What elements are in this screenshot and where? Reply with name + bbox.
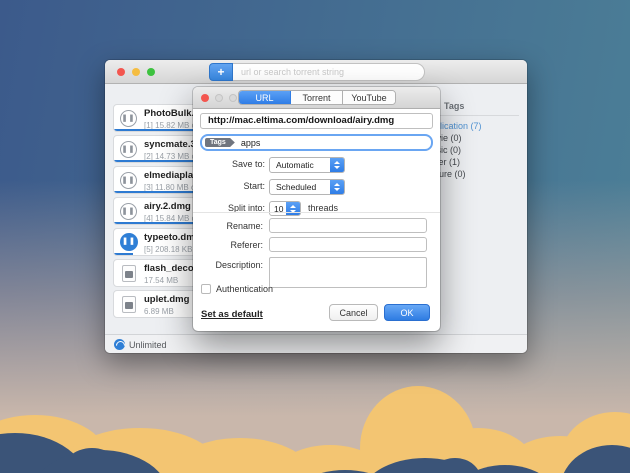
toolbar-search: +	[209, 63, 425, 81]
start-popup[interactable]: Scheduled	[269, 179, 345, 195]
add-download-dialog: URL Torrent YouTube http://mac.eltima.co…	[193, 87, 440, 331]
rename-label: Rename:	[198, 221, 263, 231]
popup-arrows-icon	[330, 180, 344, 194]
pause-icon[interactable]: ❚❚	[120, 141, 137, 158]
close-button[interactable]	[117, 68, 125, 76]
tags-panel-header: Tags	[444, 101, 464, 111]
wallpaper-clouds	[0, 348, 630, 473]
save-to-popup[interactable]: Automatic	[269, 157, 345, 173]
split-into-stepper[interactable]: 10	[269, 201, 301, 216]
download-name: PhotoBulk.d	[144, 108, 200, 119]
downloading-icon[interactable]: ❚❚	[120, 233, 138, 251]
file-icon	[122, 296, 136, 313]
minimize-button[interactable]	[132, 68, 140, 76]
download-meta: [5] 208.18 KB	[144, 245, 195, 254]
traffic-lights	[117, 68, 155, 76]
ok-button[interactable]: OK	[384, 304, 430, 321]
referer-label: Referer:	[198, 240, 263, 250]
tab-url[interactable]: URL	[239, 91, 291, 104]
authentication-label: Authentication	[216, 284, 273, 294]
popup-arrows-icon	[330, 158, 344, 172]
speed-gauge-icon[interactable]	[114, 339, 125, 350]
download-name: uplet.dmg	[144, 294, 189, 305]
divider	[193, 212, 440, 213]
source-type-tabs: URL Torrent YouTube	[238, 90, 396, 105]
start-value: Scheduled	[270, 180, 330, 194]
dialog-zoom-button	[229, 94, 237, 102]
pause-icon[interactable]: ❚❚	[120, 110, 137, 127]
dialog-titlebar[interactable]: URL Torrent YouTube	[193, 87, 440, 109]
zoom-button[interactable]	[147, 68, 155, 76]
download-name: elmediaplay	[144, 170, 198, 181]
dialog-traffic-lights	[201, 94, 237, 102]
description-label: Description:	[198, 260, 263, 270]
dialog-minimize-button	[215, 94, 223, 102]
tab-torrent[interactable]: Torrent	[291, 91, 343, 104]
tags-badge: Tags	[205, 138, 235, 148]
download-name: airy.2.dmg	[144, 201, 196, 212]
search-input[interactable]	[233, 63, 425, 81]
file-icon	[122, 265, 136, 282]
referer-input[interactable]	[269, 237, 427, 252]
add-download-button[interactable]: +	[209, 63, 233, 81]
download-meta: 17.54 MB	[144, 276, 197, 285]
tags-input-value: apps	[241, 138, 261, 148]
cancel-button[interactable]: Cancel	[329, 304, 378, 321]
main-titlebar[interactable]: +	[105, 60, 527, 84]
tags-input[interactable]: Tags apps	[200, 134, 433, 151]
start-label: Start:	[200, 181, 265, 191]
pause-icon[interactable]: ❚❚	[120, 203, 137, 220]
download-meta: 6.89 MB	[144, 307, 189, 316]
stepper-arrows-icon	[286, 202, 300, 215]
rename-input[interactable]	[269, 218, 427, 233]
save-to-label: Save to:	[200, 159, 265, 169]
dialog-close-button[interactable]	[201, 94, 209, 102]
save-to-value: Automatic	[270, 158, 330, 172]
speed-status: Unlimited	[129, 340, 167, 350]
description-textarea[interactable]	[269, 257, 427, 288]
download-name: typeeto.dm	[144, 232, 195, 243]
authentication-row: Authentication	[201, 284, 273, 294]
download-name: flash_decor	[144, 263, 197, 274]
pause-icon[interactable]: ❚❚	[120, 172, 137, 189]
split-into-value: 10	[270, 202, 286, 215]
divider	[439, 115, 519, 116]
progress-bar	[114, 253, 133, 255]
authentication-checkbox[interactable]	[201, 284, 211, 294]
status-bar: Unlimited	[105, 334, 527, 353]
set-as-default-link[interactable]: Set as default	[201, 309, 263, 320]
url-input[interactable]: http://mac.eltima.com/download/airy.dmg	[200, 113, 433, 129]
tab-youtube[interactable]: YouTube	[343, 91, 395, 104]
download-name: syncmate.3	[144, 139, 196, 150]
